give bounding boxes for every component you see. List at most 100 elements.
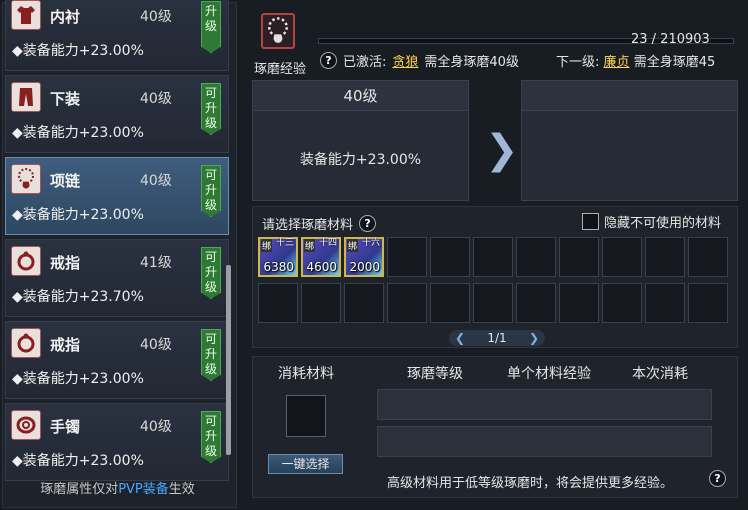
material-slot[interactable] bbox=[516, 237, 556, 277]
material-count: 4600 bbox=[306, 260, 337, 274]
consume-material-slot[interactable] bbox=[286, 395, 326, 437]
equipment-stat: ◆装备能力+23.70% bbox=[12, 289, 144, 305]
equipment-item[interactable]: 戒指 40级 ◆装备能力+23.00% 可升级 bbox=[5, 321, 229, 399]
equipment-level: 41级 bbox=[140, 255, 172, 271]
hide-unusable-checkbox[interactable] bbox=[582, 213, 599, 230]
prev-page-icon[interactable]: ❮ bbox=[455, 331, 465, 345]
hide-unusable-toggle[interactable]: 隐藏不可使用的材料 bbox=[582, 212, 721, 231]
material-slot[interactable] bbox=[387, 237, 427, 277]
next-level-desc: 需全身琢磨45 bbox=[633, 55, 716, 70]
equipment-level: 40级 bbox=[140, 419, 172, 435]
material-slot[interactable] bbox=[602, 283, 642, 323]
pants-icon bbox=[11, 82, 41, 112]
material-slot[interactable] bbox=[473, 283, 513, 323]
equipment-item[interactable]: 戒指 41级 ◆装备能力+23.70% 可升级 bbox=[5, 239, 229, 317]
equipment-stat: ◆装备能力+23.00% bbox=[12, 125, 144, 141]
material-slot[interactable] bbox=[430, 283, 470, 323]
ring-icon bbox=[11, 328, 41, 358]
next-level-info: 下一级: 廉贞 需全身琢磨45 bbox=[556, 51, 715, 70]
pvp-note-suffix: 生效 bbox=[168, 482, 195, 497]
polish-exp-label: 琢磨经验 bbox=[254, 62, 307, 77]
pvp-note: 琢磨属性仅对PVP装备生效 bbox=[0, 478, 235, 497]
necklace-svg bbox=[268, 17, 288, 43]
upgradable-badge: 可升级 bbox=[201, 329, 221, 381]
equipment-stat: ◆装备能力+23.00% bbox=[12, 371, 144, 387]
material-slot[interactable] bbox=[473, 237, 513, 277]
equipment-name: 项链 bbox=[50, 172, 81, 190]
material-slot[interactable] bbox=[559, 237, 599, 277]
material-count: 2000 bbox=[349, 260, 380, 274]
help-icon[interactable]: ? bbox=[709, 470, 726, 487]
help-icon[interactable]: ? bbox=[359, 215, 377, 232]
material-slot[interactable] bbox=[688, 237, 728, 277]
equipment-name: 手镯 bbox=[50, 418, 81, 436]
pvp-note-prefix: 琢磨属性仅对 bbox=[40, 482, 119, 497]
material-rank: 十六 bbox=[361, 238, 380, 248]
equipment-stat: ◆装备能力+23.00% bbox=[12, 207, 144, 223]
equipment-level: 40级 bbox=[140, 9, 172, 25]
one-click-select-button[interactable]: 一键选择 bbox=[268, 454, 343, 474]
upgradable-badge: 升级 bbox=[201, 1, 221, 53]
list-scrollbar[interactable] bbox=[226, 265, 231, 455]
upgradable-badge: 可升级 bbox=[201, 411, 221, 463]
equipment-stat: ◆装备能力+23.00% bbox=[12, 43, 144, 59]
material-slot[interactable] bbox=[516, 283, 556, 323]
equipment-name: 戒指 bbox=[50, 336, 81, 354]
material-slot[interactable] bbox=[430, 237, 470, 277]
material-slot[interactable] bbox=[258, 283, 298, 323]
help-icon[interactable]: ? bbox=[320, 52, 337, 69]
material-slot[interactable] bbox=[344, 283, 384, 323]
material-slot[interactable]: 绑十三 6380 bbox=[258, 237, 298, 277]
activated-desc: 需全身琢磨40级 bbox=[424, 55, 519, 70]
material-title-text: 请选择琢磨材料 bbox=[262, 218, 354, 233]
equipment-stat: ◆装备能力+23.00% bbox=[12, 453, 144, 469]
equipment-level: 40级 bbox=[140, 337, 172, 353]
header-consume-material: 消耗材料 bbox=[278, 366, 334, 382]
material-slot[interactable]: 绑十六 2000 bbox=[344, 237, 384, 277]
shirt-icon bbox=[11, 0, 41, 30]
material-slot[interactable] bbox=[602, 237, 642, 277]
material-slot[interactable] bbox=[301, 283, 341, 323]
header-single-exp: 单个材料经验 bbox=[507, 366, 591, 382]
equipment-item[interactable]: 手镯 40级 ◆装备能力+23.00% 可升级 bbox=[5, 403, 229, 481]
equipment-item[interactable]: 内衬 40级 ◆装备能力+23.00% 升级 bbox=[5, 0, 229, 71]
material-slot[interactable] bbox=[645, 237, 685, 277]
equipment-name: 下装 bbox=[50, 90, 81, 108]
next-page-icon[interactable]: ❯ bbox=[529, 331, 539, 345]
consume-row bbox=[377, 426, 712, 457]
bound-tag: 绑 bbox=[347, 239, 359, 252]
bound-tag: 绑 bbox=[304, 239, 316, 252]
next-level-label: 下一级: bbox=[556, 55, 600, 70]
material-slot[interactable]: 绑十四 4600 bbox=[301, 237, 341, 277]
next-level-title bbox=[522, 81, 737, 111]
consume-row bbox=[377, 389, 712, 420]
tip-text: 高级材料用于低等级琢磨时，将会提供更多经验。 bbox=[387, 476, 674, 491]
material-slot[interactable] bbox=[688, 283, 728, 323]
ring-icon bbox=[11, 246, 41, 276]
upgradable-badge: 可升级 bbox=[201, 247, 221, 299]
upgradable-badge: 可升级 bbox=[201, 83, 221, 135]
material-slot[interactable] bbox=[559, 283, 599, 323]
current-level-title: 40级 bbox=[253, 81, 468, 111]
bound-tag: 绑 bbox=[261, 239, 273, 252]
material-grid: 绑十三 6380 绑十四 4600 绑十六 2000 bbox=[258, 237, 728, 323]
necklace-icon bbox=[11, 164, 41, 194]
next-level-name-link[interactable]: 廉贞 bbox=[604, 55, 630, 70]
equipment-list: 内衬 40级 ◆装备能力+23.00% 升级下装 40级 ◆装备能力+23.00% 可升级项… bbox=[2, 0, 237, 508]
header-this-consume: 本次消耗 bbox=[632, 366, 688, 382]
material-count: 6380 bbox=[263, 260, 294, 274]
equipment-item[interactable]: 项链 40级 ◆装备能力+23.00% 可升级 bbox=[5, 157, 229, 235]
equipment-name: 内衬 bbox=[50, 8, 81, 26]
pvp-note-highlight: PVP装备 bbox=[118, 482, 169, 497]
material-slot[interactable] bbox=[645, 283, 685, 323]
equipment-item[interactable]: 下装 40级 ◆装备能力+23.00% 可升级 bbox=[5, 75, 229, 153]
material-title: 请选择琢磨材料 ? bbox=[262, 214, 377, 233]
activated-name-link[interactable]: 贪狼 bbox=[392, 51, 418, 70]
current-level-box: 40级 装备能力+23.00% bbox=[252, 80, 469, 201]
hide-unusable-label: 隐藏不可使用的材料 bbox=[604, 216, 722, 231]
chevron-right-icon: ❯ bbox=[485, 127, 519, 173]
material-slot[interactable] bbox=[387, 283, 427, 323]
material-rank: 十三 bbox=[275, 238, 294, 248]
pager: ❮ 1/1 ❯ bbox=[449, 330, 545, 346]
equipment-level: 40级 bbox=[140, 91, 172, 107]
